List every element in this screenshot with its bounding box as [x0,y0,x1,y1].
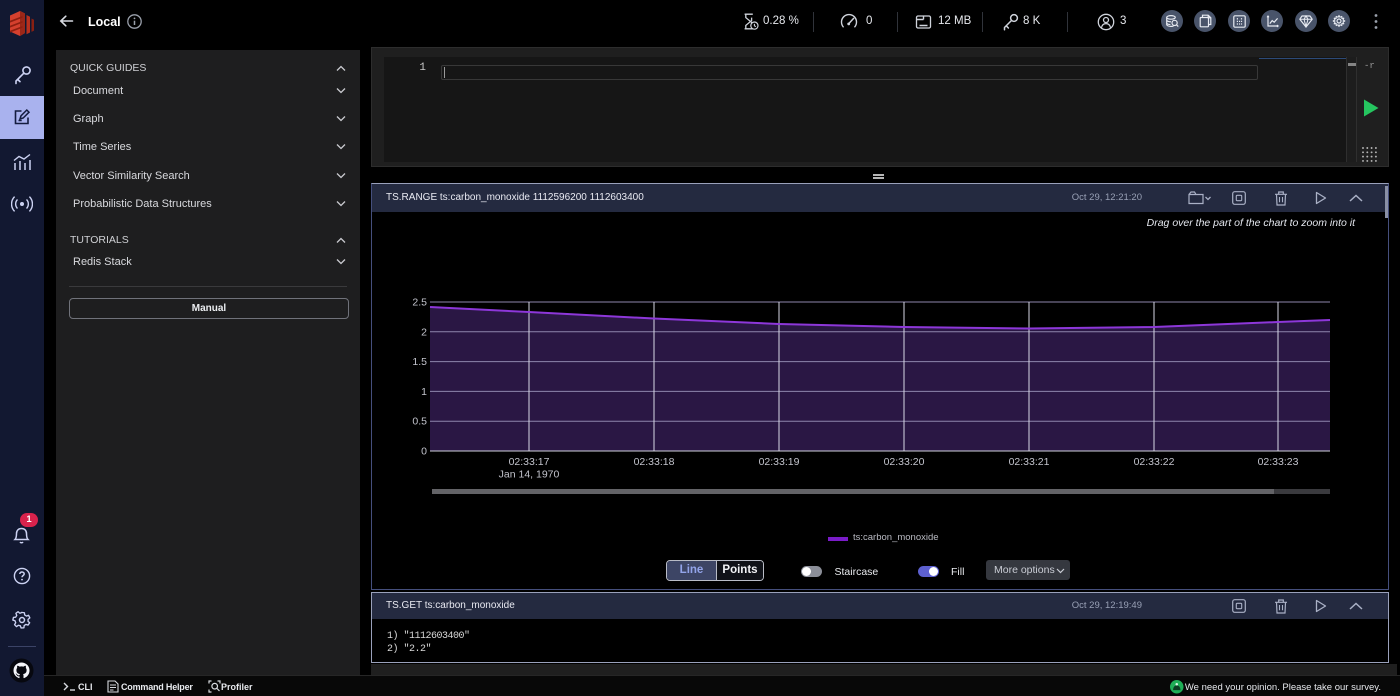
svg-text:02:33:19: 02:33:19 [759,456,800,468]
svg-text:2: 2 [421,326,427,338]
svg-text:02:33:18: 02:33:18 [634,456,675,468]
svg-text:02:33:17: 02:33:17 [509,456,550,468]
svg-text:02:33:21: 02:33:21 [1009,456,1050,468]
svg-text:02:33:22: 02:33:22 [1134,456,1175,468]
svg-text:02:33:23: 02:33:23 [1258,456,1299,468]
svg-text:0: 0 [421,446,427,458]
svg-text:Jan 14, 1970: Jan 14, 1970 [499,469,560,481]
svg-text:02:33:20: 02:33:20 [884,456,925,468]
svg-text:0.5: 0.5 [412,416,427,428]
svg-text:2.5: 2.5 [412,297,427,309]
svg-text:1.5: 1.5 [412,356,427,368]
svg-text:1: 1 [421,386,427,398]
